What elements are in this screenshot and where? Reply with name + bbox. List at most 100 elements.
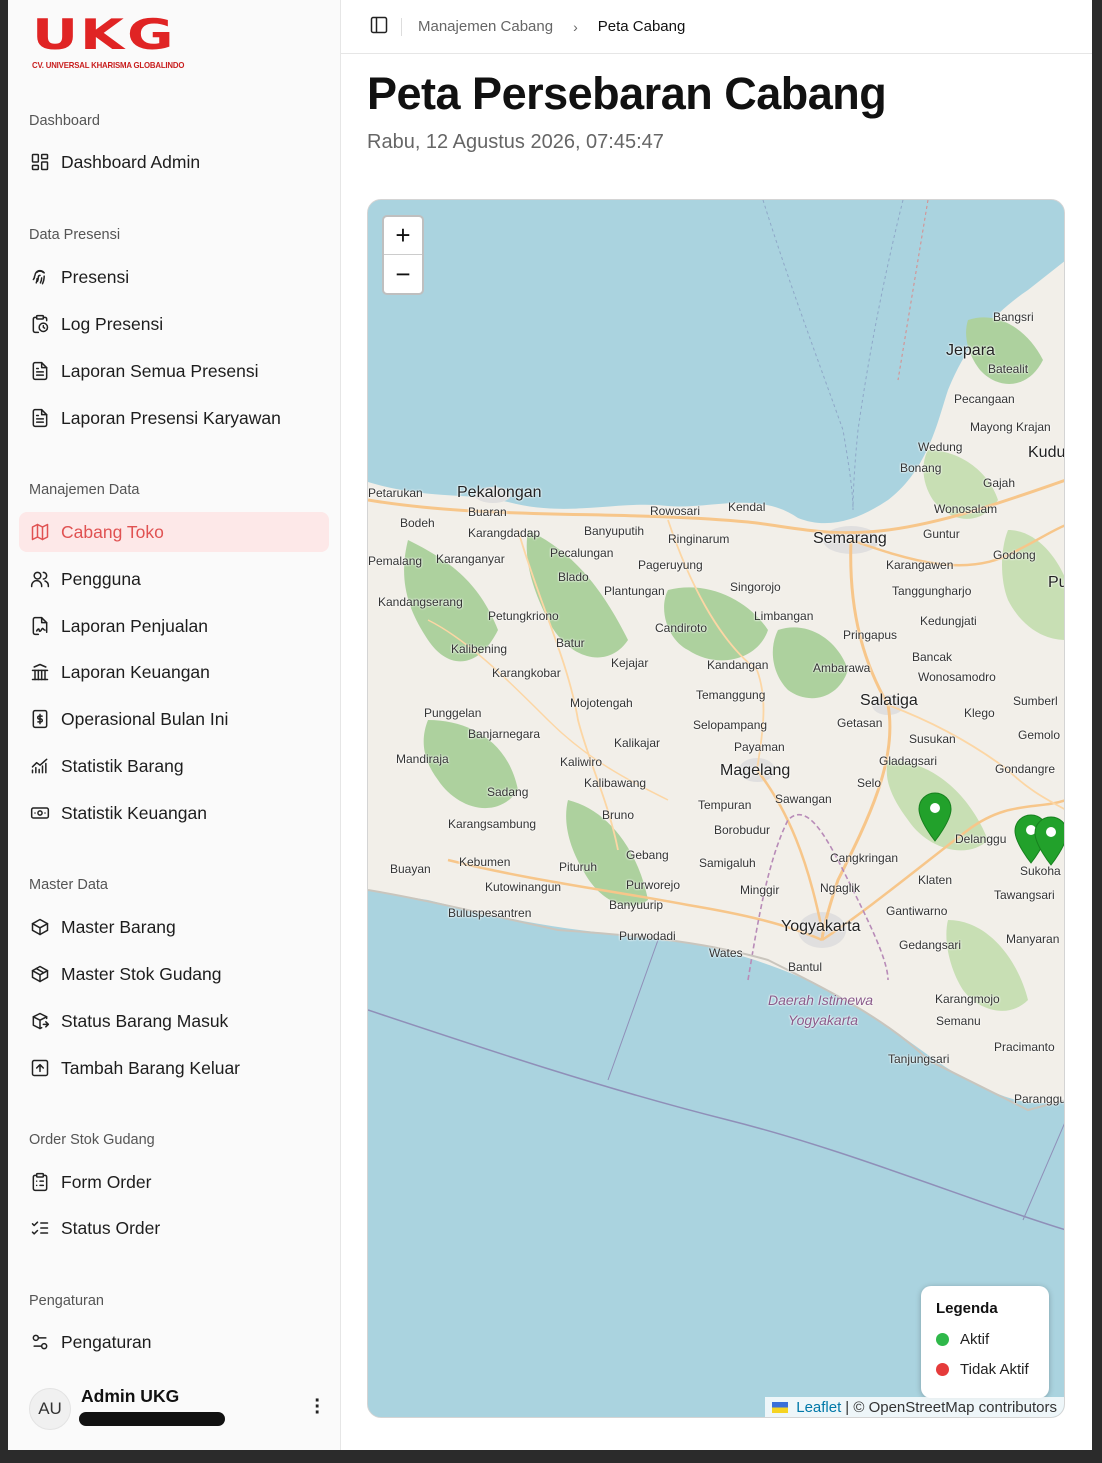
map-label: Cangkringan bbox=[830, 851, 899, 865]
osm-attribution-text[interactable]: | © OpenStreetMap contributors bbox=[845, 1399, 1057, 1416]
zoom-in-button[interactable]: + bbox=[384, 217, 422, 255]
settings-sliders-icon bbox=[29, 1331, 51, 1353]
nav-item-pengaturan[interactable]: Pengaturan bbox=[19, 1322, 329, 1362]
nav-item-pengguna[interactable]: Pengguna bbox=[19, 559, 329, 599]
nav-item-laporan-keuangan[interactable]: Laporan Keuangan bbox=[19, 652, 329, 692]
map-label: Payaman bbox=[734, 740, 785, 754]
legend-title: Legenda bbox=[936, 1300, 998, 1317]
map-label: Pu bbox=[1048, 574, 1064, 591]
branch-map[interactable]: Bangsri Jepara Batealit Pecangaan Mayong… bbox=[367, 199, 1065, 1418]
map-label: Wonosalam bbox=[934, 502, 998, 516]
legend-dot-green bbox=[936, 1333, 949, 1346]
map-label: Wonosamodro bbox=[918, 670, 996, 684]
legend-item-aktif: Aktif bbox=[936, 1331, 1034, 1348]
map-label: Delanggu bbox=[955, 832, 1007, 846]
map-label: Mayong Krajan bbox=[970, 420, 1051, 434]
map-label: Karangkobar bbox=[492, 666, 561, 680]
nav-item-form-order[interactable]: Form Order bbox=[19, 1162, 329, 1202]
legend-item-tidak-aktif: Tidak Aktif bbox=[936, 1361, 1034, 1378]
box-arrow-icon bbox=[29, 1010, 51, 1032]
map-icon bbox=[29, 521, 51, 543]
chevron-right-icon: › bbox=[573, 18, 578, 35]
main-content: Manajemen Cabang › Peta Cabang Peta Pers… bbox=[341, 0, 1092, 1450]
map-label: Bruno bbox=[602, 808, 635, 822]
branch-marker-pin[interactable] bbox=[1034, 816, 1065, 866]
nav-item-laporan-penjualan[interactable]: Laporan Penjualan bbox=[19, 606, 329, 646]
nav-item-master-stok-gudang[interactable]: Master Stok Gudang bbox=[19, 954, 329, 994]
map-label: Daerah Istimewa bbox=[768, 992, 874, 1008]
page-title: Peta Persebaran Cabang bbox=[367, 68, 887, 119]
nav-item-cabang-toko[interactable]: Cabang Toko bbox=[19, 512, 329, 552]
nav-item-dashboard-admin[interactable]: Dashboard Admin bbox=[19, 142, 329, 182]
map-label: Batur bbox=[556, 636, 585, 650]
map-label: Tanjungsari bbox=[888, 1052, 950, 1066]
logo-letter: K bbox=[80, 10, 124, 59]
map-label: Bangsri bbox=[993, 310, 1034, 324]
nav-item-laporan-presensi-karyawan[interactable]: Laporan Presensi Karyawan bbox=[19, 398, 329, 438]
nav-item-statistik-keuangan[interactable]: Statistik Keuangan bbox=[19, 793, 329, 833]
nav-item-label: Pengaturan bbox=[61, 1331, 152, 1352]
nav-item-tambah-barang-keluar[interactable]: Tambah Barang Keluar bbox=[19, 1048, 329, 1088]
map-label: Karangsambung bbox=[448, 817, 537, 831]
nav-heading-master-data: Master Data bbox=[29, 877, 108, 893]
map-label: Jepara bbox=[946, 342, 995, 359]
map-label: Purworejo bbox=[626, 878, 681, 892]
sidebar-toggle-icon[interactable] bbox=[369, 15, 389, 39]
chart-line-icon bbox=[29, 755, 51, 777]
nav-item-label: Form Order bbox=[61, 1171, 152, 1192]
logo-letter: G bbox=[126, 10, 174, 59]
nav-item-statistik-barang[interactable]: Statistik Barang bbox=[19, 746, 329, 786]
map-label: Banjarnegara bbox=[468, 727, 541, 741]
package-icon bbox=[29, 916, 51, 938]
nav-item-log-presensi[interactable]: Log Presensi bbox=[19, 304, 329, 344]
map-label: Ngaglik bbox=[820, 881, 861, 895]
map-label: Banyuputih bbox=[584, 524, 645, 538]
nav-item-label: Status Order bbox=[61, 1217, 161, 1238]
clipboard-list-icon bbox=[29, 1171, 51, 1193]
branch-marker-pin[interactable] bbox=[918, 792, 952, 842]
breadcrumb-manajemen-cabang[interactable]: Manajemen Cabang bbox=[418, 18, 553, 35]
logo-letter: U bbox=[32, 10, 78, 59]
nav-item-label: Log Presensi bbox=[61, 313, 164, 334]
map-label: Borobudur bbox=[714, 823, 771, 837]
map-label: Bonang bbox=[900, 461, 942, 475]
nav-item-master-barang[interactable]: Master Barang bbox=[19, 907, 329, 947]
map-label: Gladagsari bbox=[879, 754, 938, 768]
nav-item-operasional-bulan-ini[interactable]: Operasional Bulan Ini bbox=[19, 699, 329, 739]
leaflet-link[interactable]: Leaflet bbox=[796, 1399, 841, 1416]
nav-item-presensi[interactable]: Presensi bbox=[19, 257, 329, 297]
map-label: Ringinarum bbox=[668, 532, 730, 546]
app-window: U K G CV. UNIVERSAL KHARISMA GLOBALINDO … bbox=[8, 0, 1092, 1450]
user-email-redacted bbox=[79, 1412, 225, 1426]
nav-heading-order-stok-gudang: Order Stok Gudang bbox=[29, 1132, 155, 1148]
map-label: Getasan bbox=[837, 716, 883, 730]
map-label: Bodeh bbox=[400, 516, 435, 530]
file-text-icon bbox=[29, 407, 51, 429]
map-label: Gedangsari bbox=[899, 938, 962, 952]
bank-icon bbox=[29, 661, 51, 683]
users-icon bbox=[29, 568, 51, 590]
nav-item-label: Laporan Penjualan bbox=[61, 615, 208, 636]
map-label: Batealit bbox=[988, 362, 1029, 376]
map-label: Manyaran bbox=[1006, 932, 1060, 946]
brand-logo[interactable]: U K G CV. UNIVERSAL KHARISMA GLOBALINDO bbox=[32, 14, 192, 74]
map-label: Mojotengah bbox=[570, 696, 633, 710]
nav-item-status-order[interactable]: Status Order bbox=[19, 1208, 329, 1248]
map-label: Susukan bbox=[909, 732, 956, 746]
map-label: Tawangsari bbox=[994, 888, 1055, 902]
user-profile[interactable]: AU Admin UKG · · · bbox=[29, 1386, 329, 1432]
header-bar: Manajemen Cabang › Peta Cabang bbox=[341, 0, 1092, 54]
map-label: Yogyakarta bbox=[781, 918, 861, 935]
nav-item-laporan-semua-presensi[interactable]: Laporan Semua Presensi bbox=[19, 351, 329, 391]
more-vertical-icon[interactable]: · · · bbox=[314, 1391, 321, 1423]
map-label: Sukoha bbox=[1020, 864, 1061, 878]
nav-item-status-barang-masuk[interactable]: Status Barang Masuk bbox=[19, 1001, 329, 1041]
map-label: Tanggungharjo bbox=[892, 584, 972, 598]
divider bbox=[401, 17, 402, 36]
map-label: Pageruyung bbox=[638, 558, 703, 572]
map-label: Singorojo bbox=[730, 580, 781, 594]
map-label: Salatiga bbox=[860, 692, 918, 709]
map-label: Minggir bbox=[740, 883, 780, 897]
zoom-out-button[interactable]: − bbox=[384, 255, 422, 293]
map-label: Bancak bbox=[912, 650, 953, 664]
